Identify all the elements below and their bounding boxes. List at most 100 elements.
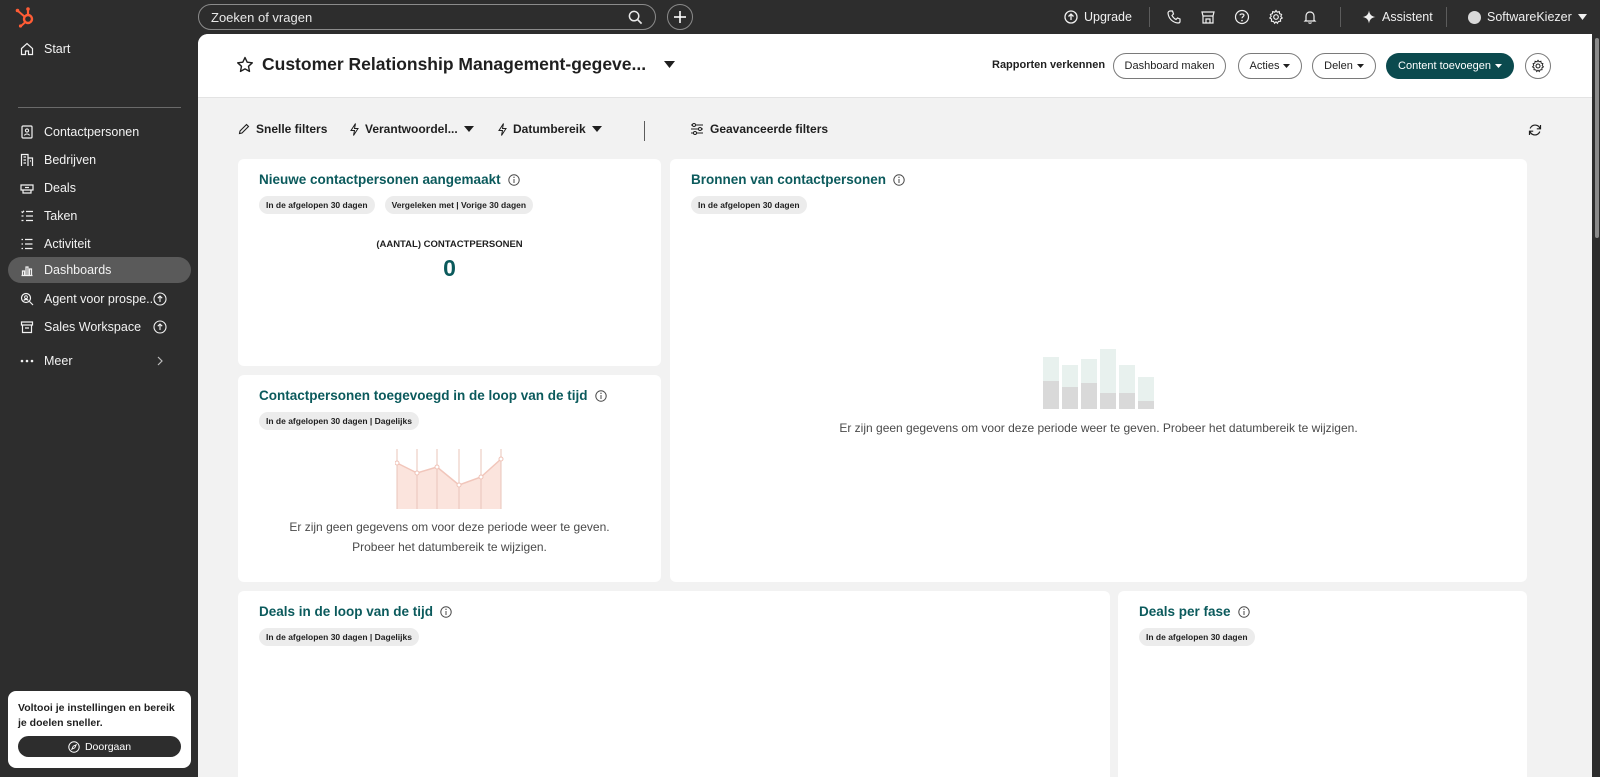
create-new-button[interactable] [667,4,693,30]
sidebar-item-tasks[interactable]: Taken [8,203,191,229]
tasks-icon [21,210,33,222]
caret-down-icon [664,61,676,68]
card-title[interactable]: Deals in de loop van de tijd [259,604,452,619]
assistant-button[interactable]: Assistent [1362,8,1433,26]
filter-pills: In de afgelopen 30 dagen | Dagelijks [259,412,419,430]
filter-pills: In de afgelopen 30 dagen | Dagelijks [259,628,419,646]
empty-state-message: Er zijn geen gegevens om voor deze perio… [238,517,661,557]
notifications-bell-icon[interactable] [1302,9,1318,25]
caret-down-icon [463,126,474,132]
date-range-pill: In de afgelopen 30 dagen | Dagelijks [259,412,419,430]
sidebar-divider [18,107,181,108]
card-title-text: Bronnen van contactpersonen [691,172,887,187]
account-menu[interactable]: SoftwareKiezer [1468,8,1587,26]
advanced-filters-label: Geavanceerde filters [710,122,829,136]
card-title[interactable]: Nieuwe contactpersonen aangemaakt [259,172,520,187]
filter-pills: In de afgelopen 30 dagen [691,196,807,214]
sidebar-item-label: Sales Workspace [44,320,142,334]
upgrade-label: Upgrade [1084,10,1132,24]
dashboard-settings-button[interactable] [1525,53,1551,79]
marketplace-icon[interactable] [1200,9,1216,25]
comparison-pill: Vergeleken met | Vorige 30 dagen [384,196,534,214]
help-icon[interactable] [1234,9,1250,25]
owner-filter-dropdown[interactable]: Verantwoordel... [350,122,474,136]
filter-pills: In de afgelopen 30 dagen [1139,628,1255,646]
sidebar-item-companies[interactable]: Bedrijven [8,147,191,173]
add-content-button[interactable]: Content toevoegen [1386,53,1514,79]
more-dots-icon [20,359,34,363]
topbar-divider [1340,7,1341,27]
dashboard-header: Customer Relationship Management-gegeve.… [198,34,1592,98]
upgrade-arrow-icon [153,320,167,334]
card-title[interactable]: Contactpersonen toegevoegd in de loop va… [259,388,607,403]
sidebar-item-activity[interactable]: Activiteit [8,231,191,257]
favorite-star-icon[interactable] [236,56,254,74]
sparkle-icon [1362,10,1376,24]
new-contacts-card: Nieuwe contactpersonen aangemaakt In de … [238,159,661,366]
workspace-icon [20,321,34,334]
deals-icon [20,184,34,194]
actions-dropdown-button[interactable]: Acties [1238,53,1302,79]
sidebar-item-label: Bedrijven [44,153,97,167]
advanced-filters-button[interactable]: Geavanceerde filters [690,122,828,136]
settings-gear-icon[interactable] [1268,9,1284,25]
info-icon[interactable] [1237,605,1250,618]
avatar [1468,10,1481,24]
caret-down-icon [591,126,602,132]
owner-filter-label: Verantwoordel... [365,122,458,136]
sidebar-item-more[interactable]: Meer [8,348,191,374]
kpi-value[interactable]: 0 [238,255,661,282]
kpi-label: (AANTAL) CONTACTPERSONEN [376,239,523,250]
page-scrollbar-thumb[interactable] [1595,38,1599,238]
actions-label: Acties [1249,60,1280,72]
date-range-pill: In de afgelopen 30 dagen [259,196,375,214]
share-dropdown-button[interactable]: Delen [1312,53,1376,79]
card-title[interactable]: Deals per fase [1139,604,1250,619]
info-icon[interactable] [507,173,520,186]
sliders-icon [691,123,703,135]
explore-reports-link[interactable]: Rapporten verkennen [992,59,1105,71]
plus-icon [674,11,686,23]
promo-text: Voltooi je instellingen en bereik je doe… [18,702,175,729]
create-dashboard-button[interactable]: Dashboard maken [1113,53,1226,79]
sidebar-item-prospecting-agent[interactable]: Agent voor prospe... [8,286,191,312]
chevron-right-icon [157,356,163,366]
sidebar-item-contacts[interactable]: Contactpersonen [8,119,191,145]
sidebar-item-sales-workspace[interactable]: Sales Workspace [8,314,191,340]
add-content-label: Content toevoegen [1398,60,1491,72]
quick-filters-button[interactable]: Snelle filters [238,122,327,136]
sidebar-item-start[interactable]: Start [8,36,191,62]
info-icon[interactable] [594,389,607,402]
info-icon[interactable] [440,605,452,618]
upgrade-button[interactable]: Upgrade [1064,8,1132,26]
empty-bar-chart-illustration [1043,349,1154,409]
sidebar-item-deals[interactable]: Deals [8,175,191,201]
filter-divider [644,121,645,141]
search-icon[interactable] [628,10,643,25]
contacts-icon [21,125,33,139]
caret-down-icon [1356,64,1364,68]
continue-label: Doorgaan [84,740,132,753]
refresh-icon[interactable] [1528,123,1542,137]
caret-down-icon [1283,64,1291,68]
info-icon[interactable] [893,173,905,186]
compass-icon [68,740,80,753]
date-range-filter-dropdown[interactable]: Datumbereik [498,122,602,136]
dashboard-title-selector[interactable]: Customer Relationship Management-gegeve.… [236,54,676,75]
sidebar-item-label: Contactpersonen [44,125,140,139]
hubspot-logo-icon[interactable] [14,6,36,28]
sidebar-item-label: Agent voor prospe... [44,292,157,306]
deals-per-stage-card: Deals per fase In de afgelopen 30 dagen [1118,591,1527,777]
topbar-divider [1149,7,1150,27]
empty-line-chart-illustration [395,449,504,509]
continue-button[interactable]: Doorgaan [18,736,181,757]
search-placeholder: Zoeken of vragen [211,9,313,25]
dashboards-icon [21,266,33,277]
contacts-over-time-card: Contactpersonen toegevoegd in de loop va… [238,375,661,582]
card-title[interactable]: Bronnen van contactpersonen [691,172,905,187]
prospecting-icon [20,292,34,306]
phone-icon[interactable] [1166,9,1182,25]
topbar-divider [1446,7,1447,27]
sidebar-item-dashboards[interactable]: Dashboards [8,257,191,283]
search-input[interactable]: Zoeken of vragen [198,4,656,30]
